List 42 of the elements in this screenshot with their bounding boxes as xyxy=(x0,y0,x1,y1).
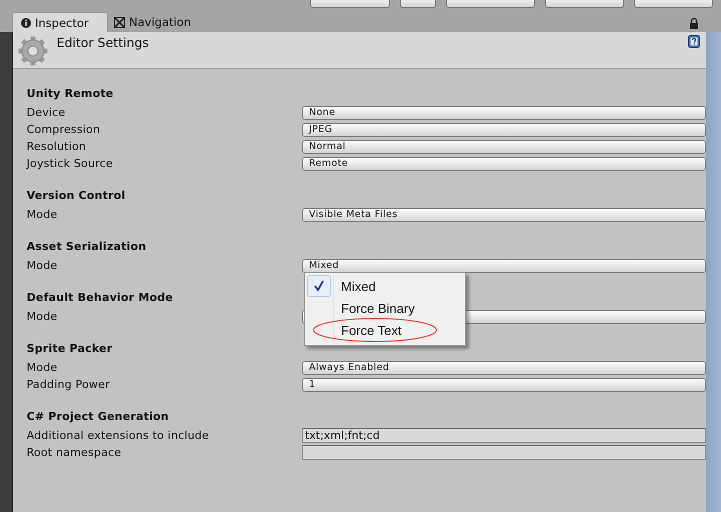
tab[interactable]: Inspector xyxy=(12,12,108,32)
grid-icon xyxy=(114,16,125,28)
setting-label: Mode xyxy=(26,361,58,374)
section-heading: Default Behavior Mode xyxy=(26,291,173,304)
dropdown[interactable]: JPEG xyxy=(302,122,706,136)
setting-label: Device xyxy=(26,106,66,119)
dropdown[interactable]: None xyxy=(302,106,706,120)
tab[interactable]: Navigation xyxy=(108,12,200,32)
setting-label: Mode xyxy=(26,208,58,221)
dropdown[interactable]: Visible Meta Files xyxy=(302,208,706,222)
toolbar-button[interactable] xyxy=(400,0,436,8)
dropdown[interactable]: 1 xyxy=(302,378,706,392)
section-heading: Asset Serialization xyxy=(26,240,146,253)
input-field[interactable] xyxy=(302,445,706,460)
section-heading: Version Control xyxy=(26,189,126,202)
info-icon xyxy=(21,18,31,28)
toolbar-button[interactable] xyxy=(634,0,713,8)
input-field[interactable]: txt;xml;fnt;cd xyxy=(302,428,706,443)
setting-label: Root namespace xyxy=(26,446,122,459)
section-heading: Sprite Packer xyxy=(26,342,112,355)
toolbar-button[interactable] xyxy=(446,0,535,8)
panel-title: Editor Settings xyxy=(56,35,149,50)
dropdown[interactable]: Remote xyxy=(302,156,706,170)
setting-label: Compression xyxy=(26,123,102,136)
menu-item[interactable]: Mixed xyxy=(341,278,376,294)
setting-label: Mode xyxy=(26,259,58,272)
setting-label: Padding Power xyxy=(26,378,111,391)
gear-icon xyxy=(18,36,48,66)
setting-label: Resolution xyxy=(26,140,88,153)
lock-icon[interactable] xyxy=(689,18,699,29)
menu-item[interactable]: Force Binary xyxy=(341,300,415,316)
section-heading: Unity Remote xyxy=(26,87,114,100)
toolbar-button[interactable] xyxy=(545,0,624,8)
setting-label: Joystick Source xyxy=(26,157,114,170)
dropdown[interactable]: Mixed xyxy=(302,258,706,272)
section-heading: C# Project Generation xyxy=(26,410,169,423)
setting-label: Additional extensions to include xyxy=(26,429,210,442)
toolbar-button[interactable] xyxy=(310,0,390,8)
help-icon[interactable] xyxy=(688,35,700,48)
setting-label: Mode xyxy=(26,310,58,323)
dropdown[interactable]: Normal xyxy=(302,140,706,154)
dropdown[interactable]: Always Enabled xyxy=(302,360,706,374)
